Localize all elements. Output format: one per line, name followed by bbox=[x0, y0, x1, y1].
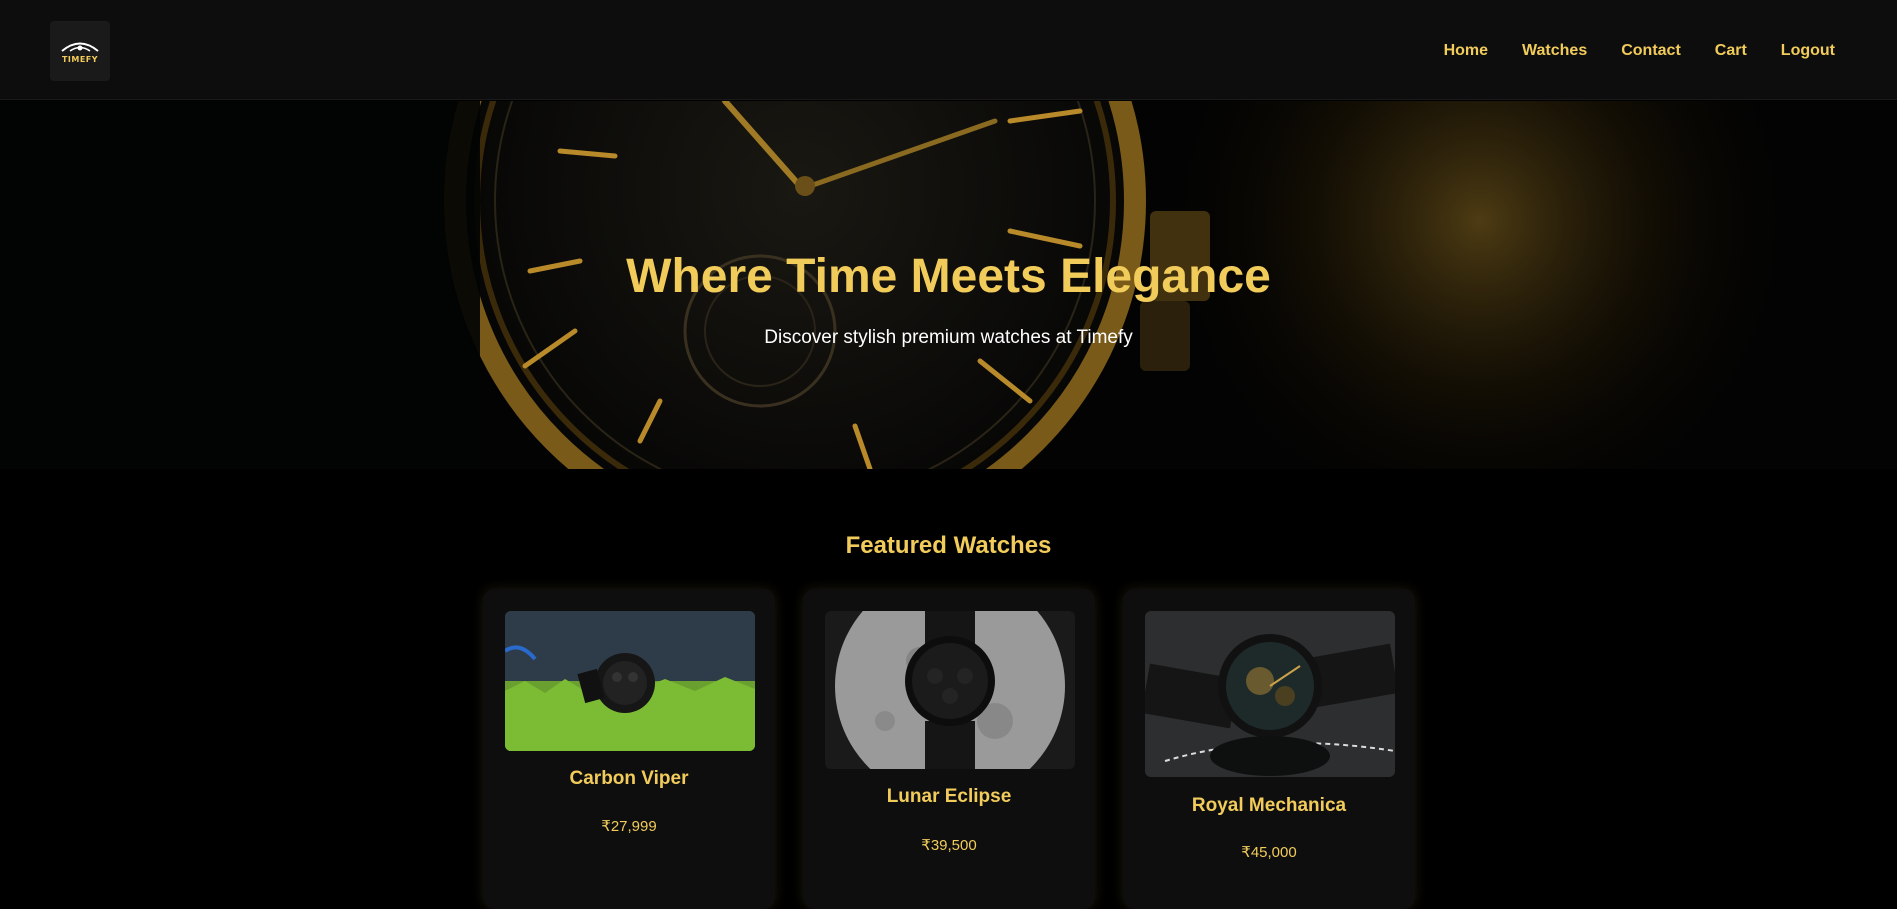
logo-text: TIMEFY bbox=[61, 55, 99, 64]
featured-heading: Featured Watches bbox=[845, 532, 1052, 559]
nav-logout[interactable]: Logout bbox=[1781, 42, 1835, 60]
product-card-carbon-viper[interactable]: Carbon Viper ₹27,999 bbox=[483, 589, 775, 909]
nav-cart[interactable]: Cart bbox=[1715, 42, 1747, 60]
product-price: ₹27,999 bbox=[601, 818, 657, 835]
product-card-lunar-eclipse[interactable]: Lunar Eclipse ₹39,500 bbox=[803, 589, 1095, 909]
timefy-logo[interactable]: TIMEFY bbox=[50, 21, 110, 81]
navbar: TIMEFY Home Watches Contact Cart Logout bbox=[0, 0, 1897, 100]
product-image-carbon-viper[interactable] bbox=[505, 611, 755, 751]
nav-contact[interactable]: Contact bbox=[1621, 42, 1681, 60]
product-card-royal-mechanica[interactable]: Royal Mechanica ₹45,000 bbox=[1123, 589, 1415, 909]
watch-eye-icon bbox=[61, 42, 99, 52]
nav-links: Home Watches Contact Cart Logout bbox=[1444, 42, 1835, 60]
product-price: ₹39,500 bbox=[921, 837, 977, 854]
product-name[interactable]: Royal Mechanica bbox=[1123, 795, 1415, 817]
product-name[interactable]: Lunar Eclipse bbox=[803, 786, 1095, 808]
hero-subtitle: Discover stylish premium watches at Time… bbox=[764, 327, 1133, 348]
nav-home[interactable]: Home bbox=[1444, 42, 1488, 60]
product-image-lunar-eclipse[interactable] bbox=[825, 611, 1075, 769]
hero-banner: Where Time Meets Elegance Discover styli… bbox=[0, 101, 1897, 469]
nav-watches[interactable]: Watches bbox=[1522, 42, 1587, 60]
product-name[interactable]: Carbon Viper bbox=[483, 768, 775, 790]
product-image-royal-mechanica[interactable] bbox=[1145, 611, 1395, 777]
product-price: ₹45,000 bbox=[1241, 844, 1297, 861]
hero-title: Where Time Meets Elegance bbox=[626, 250, 1271, 303]
